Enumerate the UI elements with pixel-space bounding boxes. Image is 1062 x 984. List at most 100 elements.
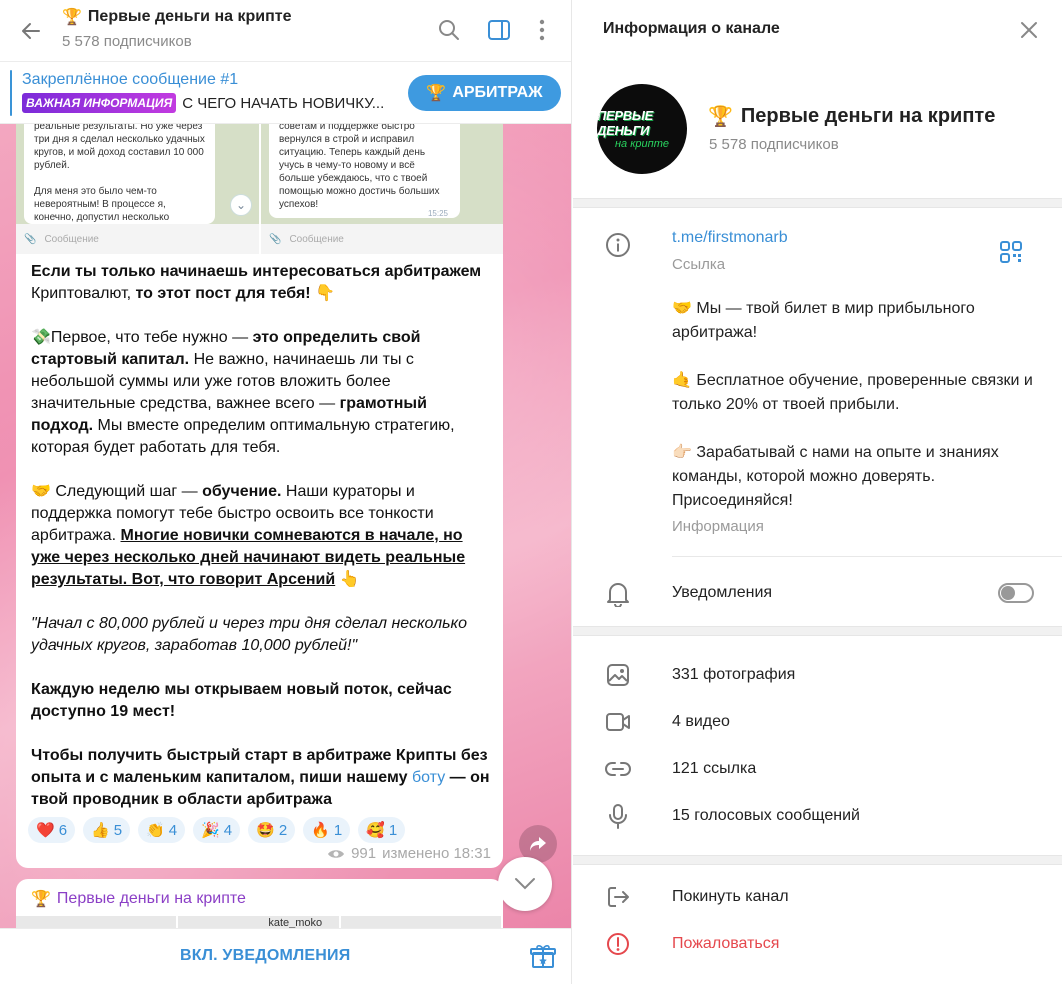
toggle-sidebar-button[interactable] xyxy=(484,15,514,45)
sender-name[interactable]: 🏆 Первые деньги на крипте xyxy=(31,889,246,909)
more-menu-button[interactable] xyxy=(527,15,557,45)
chevron-down-icon: ⌄ xyxy=(230,194,252,216)
reaction-list: ❤️ 6 👍 5 👏 4 🎉 4 🤩 2 🔥 1 🥰 1 xyxy=(28,817,406,843)
channel-link-label: Ссылка xyxy=(672,256,726,273)
media-links-row[interactable]: 121 ссылка xyxy=(573,746,1062,793)
notifications-label: Уведомления xyxy=(672,584,773,601)
info-panel-title: Информация о канале xyxy=(603,20,780,37)
channel-info-panel: Информация о канале ПЕРВЫЕ ДЕНЬГИ на кри… xyxy=(573,0,1062,984)
arbitrage-button-label: АРБИТРАЖ xyxy=(452,84,543,101)
report-icon xyxy=(605,931,631,957)
pinned-badge: ВАЖНАЯ ИНФОРМАЦИЯ xyxy=(22,93,177,113)
reaction-star-eyes[interactable]: 🤩 2 xyxy=(248,817,296,843)
microphone-icon xyxy=(605,803,631,829)
channel-description: 🤝 Мы — твой билет в мир прибыльного арби… xyxy=(672,300,1033,509)
edited-time: изменено 18:31 xyxy=(382,845,491,862)
screenshot-text: реальные результаты. Но уже через три дн… xyxy=(24,124,215,224)
screenshot-input: 📎 Сообщение xyxy=(261,224,503,254)
reaction-thumbs-up[interactable]: 👍 5 xyxy=(83,817,131,843)
reaction-heart[interactable]: ❤️ 6 xyxy=(28,817,76,843)
bot-link[interactable]: боту xyxy=(412,769,445,786)
pinned-text: С ЧЕГО НАЧАТЬ НОВИЧКУ... xyxy=(182,94,385,112)
view-count: 991 xyxy=(351,845,377,862)
qr-code-button[interactable] xyxy=(1000,241,1022,263)
screenshot-input: 📎 Сообщение xyxy=(16,224,259,254)
search-icon xyxy=(439,20,459,40)
next-message-bubble: 🏆 Первые деньги на крипте kate_moko xyxy=(16,879,503,928)
trophy-icon: 🏆 xyxy=(31,891,51,908)
gift-button[interactable] xyxy=(530,943,558,971)
divider xyxy=(672,556,1062,557)
channel-link[interactable]: t.me/firstmonarb xyxy=(672,229,788,247)
pinned-indicator xyxy=(10,70,12,116)
channel-title[interactable]: 🏆 Первые деньги на крипте xyxy=(62,7,291,27)
subscriber-count: 5 578 подписчиков xyxy=(62,33,192,50)
pinned-title: Закреплённое сообщение #1 xyxy=(22,71,239,88)
channel-title-text: Первые деньги на крипте xyxy=(87,8,292,25)
trophy-icon: 🏆 xyxy=(62,9,82,26)
photo-thumbnail[interactable]: советам и поддержке быстро вернулся в ст… xyxy=(261,124,503,254)
qr-code-icon xyxy=(1000,241,1022,263)
photo-thumbnail[interactable]: реальные результаты. Но уже через три дн… xyxy=(16,124,259,254)
reaction-love[interactable]: 🥰 1 xyxy=(358,817,406,843)
message-bubble: реальные результаты. Но уже через три дн… xyxy=(16,124,503,868)
channel-name: 🏆 Первые деньги на крипте xyxy=(708,105,996,128)
message-photo-album[interactable]: реальные результаты. Но уже через три дн… xyxy=(16,124,503,254)
reaction-clap[interactable]: 👏 4 xyxy=(138,817,186,843)
close-icon xyxy=(1021,22,1037,38)
paperclip-icon: 📎 xyxy=(24,233,37,245)
scroll-down-button[interactable] xyxy=(498,857,552,911)
media-photos-row[interactable]: 331 фотография xyxy=(573,652,1062,699)
section-separator xyxy=(573,198,1062,208)
next-message-photos[interactable]: kate_moko xyxy=(16,916,503,928)
media-videos-row[interactable]: 4 видео xyxy=(573,699,1062,746)
channel-subscribers: 5 578 подписчиков xyxy=(709,136,839,153)
video-icon xyxy=(605,709,631,735)
description-label: Информация xyxy=(672,518,764,535)
bell-icon xyxy=(605,581,631,607)
notifications-toggle[interactable] xyxy=(998,583,1034,603)
arbitrage-button[interactable]: 🏆 АРБИТРАЖ xyxy=(408,75,561,111)
reaction-fire[interactable]: 🔥 1 xyxy=(303,817,351,843)
info-icon xyxy=(605,232,631,258)
gift-icon xyxy=(530,945,556,968)
pinned-preview: ВАЖНАЯ ИНФОРМАЦИЯ С ЧЕГО НАЧАТЬ НОВИЧКУ.… xyxy=(22,93,384,113)
chat-header: 🏆 Первые деньги на крипте 5 578 подписчи… xyxy=(0,0,571,62)
link-icon xyxy=(605,756,631,782)
leave-channel-row[interactable]: Покинуть канал xyxy=(573,874,1062,921)
back-button[interactable] xyxy=(16,16,46,46)
arrow-left-icon xyxy=(22,23,40,39)
report-row[interactable]: Пожаловаться xyxy=(573,921,1062,968)
search-button[interactable] xyxy=(434,15,464,45)
channel-avatar[interactable]: ПЕРВЫЕ ДЕНЬГИ на крипте xyxy=(597,84,687,174)
message-quote: "Начал с 80,000 рублей и через три дня с… xyxy=(31,615,467,654)
trophy-icon: 🏆 xyxy=(426,85,447,102)
chevron-down-icon xyxy=(515,878,535,890)
avatar-subtext: на крипте xyxy=(615,138,669,150)
pinned-message-bar[interactable]: Закреплённое сообщение #1 ВАЖНАЯ ИНФОРМА… xyxy=(0,62,571,124)
message-meta: 991 изменено 18:31 xyxy=(327,845,491,862)
reaction-party[interactable]: 🎉 4 xyxy=(193,817,241,843)
chat-panel: 🏆 Первые деньги на крипте 5 578 подписчи… xyxy=(0,0,572,984)
paperclip-icon: 📎 xyxy=(269,233,282,245)
leave-icon xyxy=(605,884,631,910)
photo-thumbnail xyxy=(16,916,179,928)
avatar-text: ПЕРВЫЕ ДЕНЬГИ xyxy=(597,108,653,138)
photo-thumbnail xyxy=(341,916,503,928)
enable-notifications-button[interactable]: ВКЛ. УВЕДОМЛЕНИЯ xyxy=(180,947,350,965)
screenshot-placeholder: Сообщение xyxy=(44,233,99,245)
more-vertical-icon xyxy=(539,19,545,41)
chat-footer: ВКЛ. УВЕДОМЛЕНИЯ xyxy=(0,928,571,984)
photo-icon xyxy=(605,662,631,688)
photo-thumbnail: kate_moko xyxy=(178,916,341,928)
screenshot-time: 15:25 xyxy=(427,209,448,218)
media-voice-row[interactable]: 15 голосовых сообщений xyxy=(573,793,1062,840)
section-separator xyxy=(573,855,1062,865)
trophy-icon: 🏆 xyxy=(708,106,733,128)
close-button[interactable] xyxy=(1016,17,1042,43)
message-text: Если ты только начинаешь интересоваться … xyxy=(31,263,490,808)
sidebar-icon xyxy=(488,20,510,40)
section-separator xyxy=(573,626,1062,636)
eye-icon xyxy=(328,849,345,858)
forward-icon xyxy=(530,837,546,851)
